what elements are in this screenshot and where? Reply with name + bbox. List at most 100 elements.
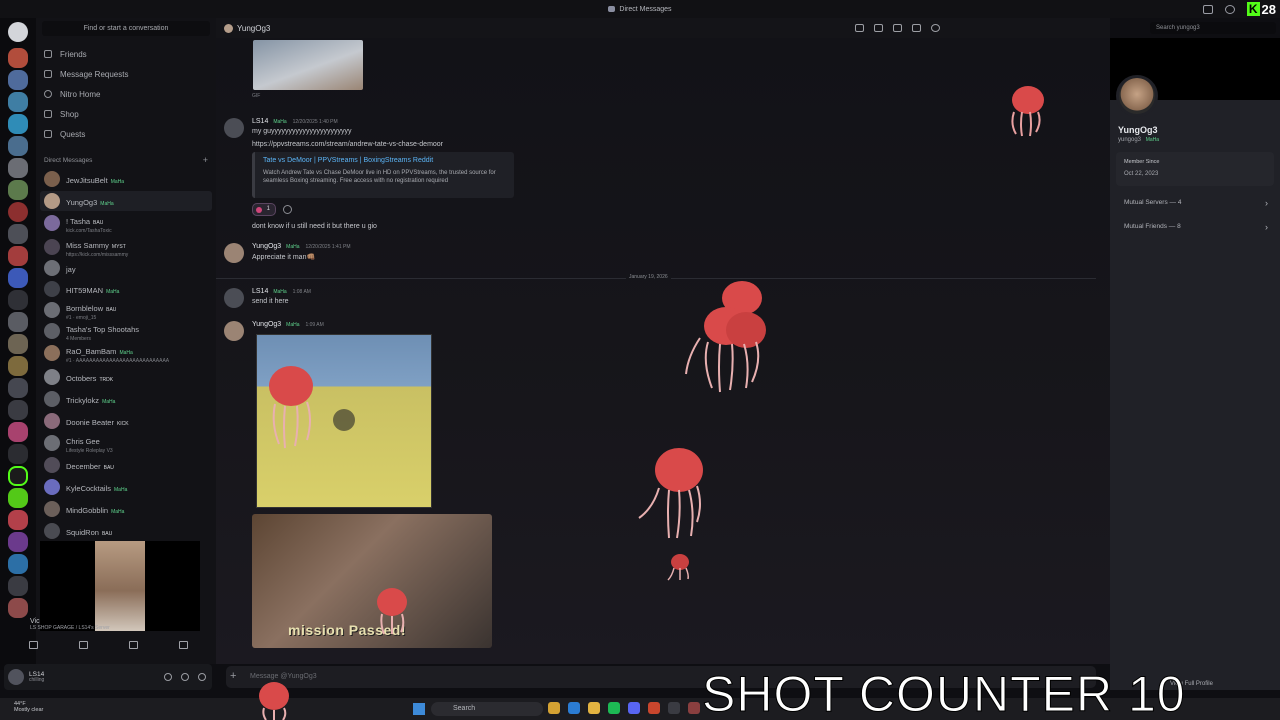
- dm-item[interactable]: Octobers TRDK: [40, 367, 212, 387]
- server-icon[interactable]: [8, 224, 28, 244]
- server-icon[interactable]: [8, 158, 28, 178]
- chrome-icon[interactable]: [548, 702, 560, 714]
- nav-message-requests[interactable]: Message Requests: [44, 66, 128, 82]
- explorer-icon[interactable]: [588, 702, 600, 714]
- screen: Direct Messages K 28 Find or start a con…: [0, 0, 1280, 720]
- server-icon[interactable]: [8, 180, 28, 200]
- help-icon[interactable]: [1224, 4, 1235, 14]
- dm-item[interactable]: Miss Sammy MYST https://kick.com/misssammy: [40, 237, 212, 258]
- nav-shop[interactable]: Shop: [44, 106, 79, 122]
- mutual-friends-row[interactable]: Mutual Friends — 8 ›: [1116, 218, 1274, 236]
- inbox-icon[interactable]: [1202, 4, 1213, 14]
- author-avatar[interactable]: [224, 288, 244, 308]
- dm-tag: MaHa: [100, 200, 114, 207]
- server-icon[interactable]: [8, 246, 28, 266]
- spotify-icon[interactable]: [608, 702, 620, 714]
- server-icon[interactable]: [8, 488, 28, 508]
- author-name[interactable]: YungOg3: [252, 243, 281, 250]
- server-icon[interactable]: [8, 400, 28, 420]
- call-icon[interactable]: [855, 24, 864, 32]
- taskbar-search[interactable]: Search: [431, 702, 543, 716]
- app-icon[interactable]: [648, 702, 660, 714]
- server-icon[interactable]: [8, 554, 28, 574]
- app-icon[interactable]: [688, 702, 700, 714]
- pin-icon[interactable]: [893, 24, 902, 32]
- message-link[interactable]: https://ppvstreams.com/stream/andrew-tat…: [252, 141, 443, 148]
- server-icon[interactable]: [8, 510, 28, 530]
- kick-server-icon[interactable]: [8, 466, 28, 486]
- author-avatar[interactable]: [224, 243, 244, 263]
- nav-nitro-home[interactable]: Nitro Home: [44, 86, 100, 102]
- edge-icon[interactable]: [568, 702, 580, 714]
- gif-image[interactable]: [253, 40, 363, 90]
- discord-taskbar-icon[interactable]: [628, 702, 640, 714]
- home-icon[interactable]: [8, 22, 28, 42]
- upload-icon[interactable]: +: [230, 671, 236, 682]
- server-icon[interactable]: [8, 70, 28, 90]
- user-avatar[interactable]: [8, 669, 24, 685]
- dm-item[interactable]: KyleCocktails MaHa: [40, 477, 212, 497]
- dm-item[interactable]: ! Tasha BAU kick.com/TashaToxic: [40, 213, 212, 234]
- add-friend-icon[interactable]: [912, 24, 921, 32]
- mic-icon[interactable]: [164, 673, 172, 681]
- dm-item[interactable]: December BAU: [40, 455, 212, 475]
- channel-name[interactable]: YungOg3: [237, 24, 270, 33]
- server-icon[interactable]: [8, 532, 28, 552]
- profile-avatar[interactable]: [1116, 75, 1158, 117]
- dm-item[interactable]: Doonie Beater KICK: [40, 411, 212, 431]
- dm-item[interactable]: MindGobblin MaHa: [40, 499, 212, 519]
- server-icon[interactable]: [8, 576, 28, 596]
- author-name[interactable]: LS14: [252, 288, 268, 295]
- dm-item[interactable]: Bornblelow BAU #1 · emoji_15: [40, 300, 212, 321]
- server-icon[interactable]: [8, 598, 28, 618]
- server-icon[interactable]: [8, 444, 28, 464]
- author-name[interactable]: LS14: [252, 118, 268, 125]
- play-icon[interactable]: [333, 409, 355, 431]
- search-input[interactable]: Search yungog3: [1150, 22, 1276, 34]
- server-icon[interactable]: [8, 422, 28, 442]
- dm-item[interactable]: Tasha's Top Shootahs 4 Members: [40, 321, 212, 342]
- dm-item[interactable]: Trickylokz MaHa: [40, 389, 212, 409]
- mutual-servers-row[interactable]: Mutual Servers — 4 ›: [1116, 194, 1274, 212]
- dm-item[interactable]: YungOg3 MaHa: [40, 191, 212, 211]
- headphones-icon[interactable]: [181, 673, 189, 681]
- find-conversation-button[interactable]: Find or start a conversation: [42, 21, 210, 36]
- add-reaction-icon[interactable]: [283, 205, 292, 214]
- create-dm-icon[interactable]: +: [203, 156, 208, 165]
- server-icon[interactable]: [8, 356, 28, 376]
- server-icon[interactable]: [8, 48, 28, 68]
- soundboard-icon[interactable]: [178, 641, 188, 649]
- reaction[interactable]: 1: [252, 203, 276, 216]
- profile-toggle-icon[interactable]: [931, 24, 940, 32]
- author-name[interactable]: YungOg3: [252, 321, 281, 328]
- author-avatar[interactable]: [224, 118, 244, 138]
- dm-item[interactable]: SquidRon BAU: [40, 521, 212, 541]
- dm-item[interactable]: RaO_BamBam MaHa #1 · AAAAAAAAAAAAAAAAAAAAA…: [40, 343, 212, 364]
- settings-icon[interactable]: [198, 673, 206, 681]
- server-icon[interactable]: [8, 334, 28, 354]
- server-icon[interactable]: [8, 114, 28, 134]
- video-call-icon[interactable]: [874, 24, 883, 32]
- windows-start-icon[interactable]: [413, 703, 425, 715]
- dm-item[interactable]: JewJitsuBelt MaHa: [40, 169, 212, 189]
- screen-share-icon[interactable]: [78, 641, 88, 649]
- author-avatar[interactable]: [224, 321, 244, 341]
- jellyfish-sticker: [667, 554, 689, 581]
- dm-item[interactable]: jay: [40, 258, 212, 278]
- nav-quests[interactable]: Quests: [44, 126, 85, 142]
- server-icon[interactable]: [8, 378, 28, 398]
- server-icon[interactable]: [8, 268, 28, 288]
- app-icon[interactable]: [668, 702, 680, 714]
- dm-item[interactable]: HIT59MAN MaHa: [40, 279, 212, 299]
- server-icon[interactable]: [8, 92, 28, 112]
- server-icon[interactable]: [8, 136, 28, 156]
- nav-friends[interactable]: Friends: [44, 46, 87, 62]
- server-icon[interactable]: [8, 312, 28, 332]
- camera-off-icon[interactable]: [28, 641, 38, 649]
- weather-widget[interactable]: 44°F Mostly clear: [14, 701, 43, 713]
- activity-icon[interactable]: [128, 641, 138, 649]
- dm-item[interactable]: Chris Gee Lifestyle Roleplay V3: [40, 433, 212, 454]
- embed-title[interactable]: Tate vs DeMoor | PPVStreams | BoxingStre…: [263, 157, 506, 164]
- server-icon[interactable]: [8, 290, 28, 310]
- server-icon[interactable]: [8, 202, 28, 222]
